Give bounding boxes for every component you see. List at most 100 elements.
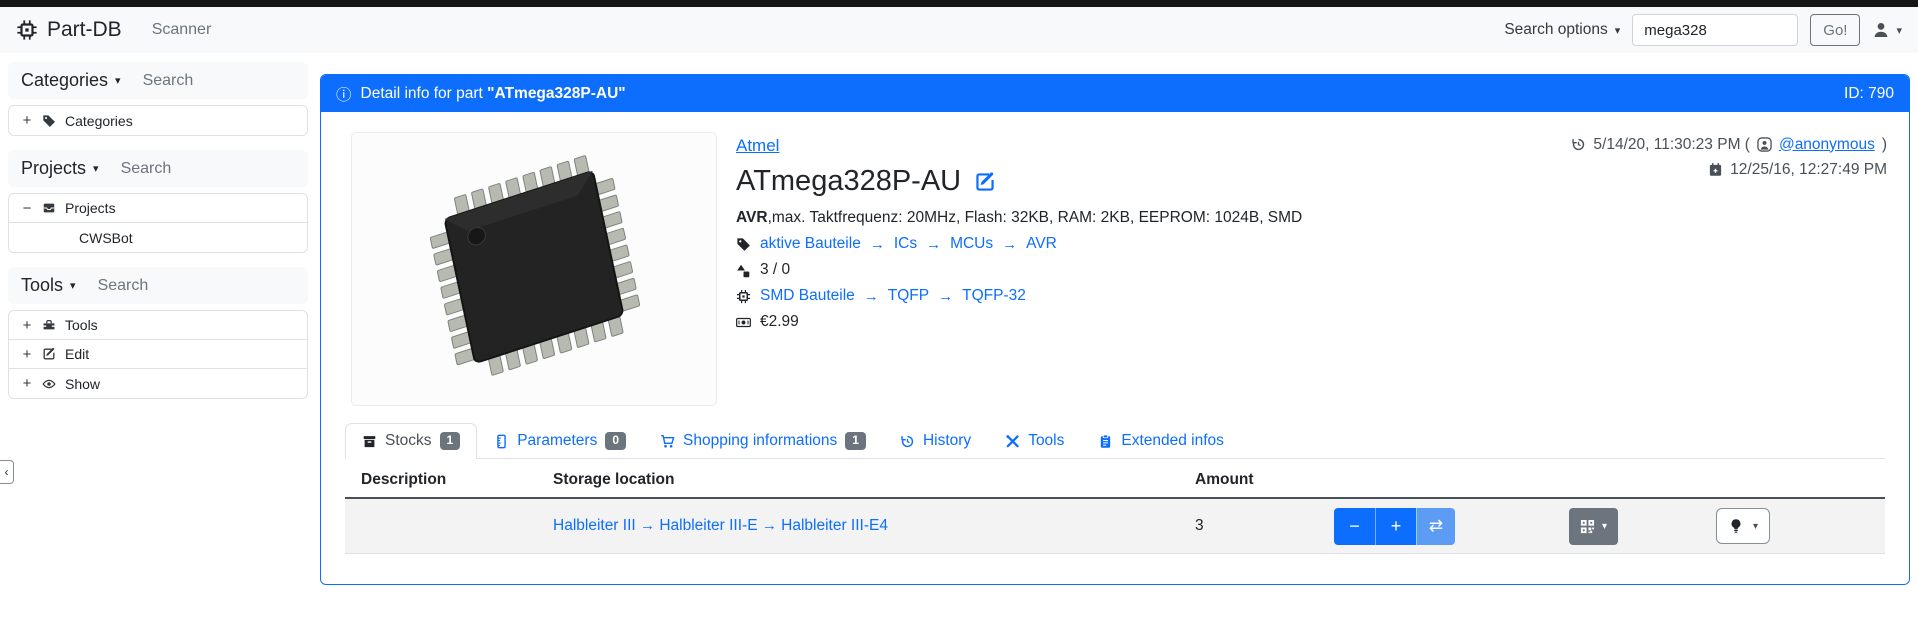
- arrow-icon: →: [870, 236, 885, 253]
- money-icon: [736, 315, 751, 330]
- tab-tools[interactable]: Tools: [988, 423, 1081, 459]
- tree-node-edit[interactable]: + Edit: [9, 340, 307, 369]
- calendar-plus-icon: [1708, 162, 1723, 177]
- arrow-icon: →: [864, 288, 879, 305]
- category-link[interactable]: ICs: [894, 235, 917, 253]
- tree-node-label: CWSBot: [79, 230, 133, 246]
- tab-history[interactable]: History: [883, 423, 988, 459]
- tree-node-label: Show: [65, 376, 100, 392]
- tree-node-projects[interactable]: − Projects: [9, 194, 307, 223]
- arrow-icon: →: [762, 517, 777, 534]
- led-locate-dropdown-button[interactable]: ▾: [1716, 508, 1770, 544]
- clipboard-icon: [1098, 434, 1113, 449]
- chip-render: [369, 145, 699, 393]
- ruler-icon: [494, 434, 509, 449]
- nav-item-scanner[interactable]: Scanner: [152, 21, 212, 39]
- tools-tree: + Tools + Edit + Show: [8, 310, 308, 399]
- sidebar-section-tools-header: Tools ▾: [8, 267, 308, 304]
- tree-node-cwsbot[interactable]: CWSBot: [9, 223, 307, 252]
- price-row: €2.99: [736, 313, 1302, 331]
- price-value: €2.99: [760, 313, 799, 331]
- expand-icon[interactable]: +: [21, 112, 33, 129]
- section-title: Projects: [21, 158, 86, 179]
- sidebar-section-projects-header: Projects ▾: [8, 150, 308, 187]
- footprint-link[interactable]: TQFP-32: [962, 287, 1026, 305]
- tab-label: History: [923, 432, 971, 450]
- header-part-name: "ATmega328P-AU": [487, 85, 625, 102]
- tab-label: Tools: [1028, 432, 1064, 450]
- category-link[interactable]: aktive Bauteile: [760, 235, 861, 253]
- tree-node-label: Tools: [65, 317, 98, 333]
- tree-node-tools[interactable]: + Tools: [9, 311, 307, 340]
- tab-shopping-informations[interactable]: Shopping informations 1: [643, 423, 883, 459]
- tools-search-input[interactable]: [98, 277, 295, 295]
- tools-dropdown-toggle[interactable]: Tools ▾: [21, 275, 76, 296]
- tab-label: Stocks: [385, 432, 432, 450]
- part-detail-card-header: ⓘ Detail info for part "ATmega328P-AU" I…: [321, 75, 1909, 112]
- storage-location-link[interactable]: Halbleiter III-E4: [781, 517, 888, 534]
- part-image[interactable]: [351, 132, 717, 406]
- part-id-label: ID: 790: [1844, 85, 1894, 103]
- chevron-left-icon: ‹: [5, 465, 9, 479]
- tab-parameters[interactable]: Parameters 0: [477, 423, 643, 459]
- category-link[interactable]: AVR: [1026, 235, 1057, 253]
- modified-suffix: ): [1882, 136, 1887, 154]
- search-options-dropdown[interactable]: Search options ▾: [1504, 21, 1620, 39]
- move-stock-button[interactable]: ⇄: [1416, 508, 1455, 545]
- brand-label: Part-DB: [47, 18, 122, 42]
- tree-node-label: Edit: [65, 346, 89, 362]
- expand-icon[interactable]: +: [21, 317, 33, 334]
- user-anonymous-link[interactable]: @anonymous: [1779, 136, 1875, 154]
- section-title: Categories: [21, 70, 108, 91]
- storage-location-link[interactable]: Halbleiter III: [553, 517, 636, 534]
- edit-part-button[interactable]: [974, 171, 996, 193]
- collapse-node-icon[interactable]: −: [21, 200, 33, 217]
- storage-location-link[interactable]: Halbleiter III-E: [659, 517, 757, 534]
- label-qr-dropdown-button[interactable]: ▾: [1569, 508, 1618, 545]
- categories-dropdown-toggle[interactable]: Categories ▾: [21, 70, 121, 91]
- search-input[interactable]: [1632, 14, 1798, 46]
- lightbulb-icon: [1728, 518, 1744, 534]
- section-title: Tools: [21, 275, 63, 296]
- storage-location-breadcrumb: Halbleiter III → Halbleiter III-E → Halb…: [537, 517, 1179, 535]
- app-brand[interactable]: Part-DB: [16, 18, 122, 42]
- expand-icon[interactable]: +: [21, 375, 33, 392]
- footprint-link[interactable]: SMD Bauteile: [760, 287, 855, 305]
- projects-tree: − Projects CWSBot: [8, 193, 308, 253]
- info-icon: ⓘ: [336, 83, 352, 105]
- go-button[interactable]: Go!: [1810, 14, 1860, 46]
- add-stock-button[interactable]: +: [1375, 508, 1416, 545]
- tab-extended-infos[interactable]: Extended infos: [1081, 423, 1241, 459]
- arrow-icon: →: [926, 236, 941, 253]
- manufacturer-link[interactable]: Atmel: [736, 136, 779, 156]
- chevron-down-icon: ▾: [1896, 24, 1902, 37]
- categories-search-input[interactable]: [143, 72, 295, 90]
- user-menu[interactable]: ▾: [1872, 21, 1902, 39]
- window-top-strip: [0, 0, 1918, 7]
- edit-icon: [974, 171, 996, 193]
- part-name-title: ATmega328P-AU: [736, 165, 961, 198]
- tag-icon: [42, 114, 56, 128]
- modified-time: 5/14/20, 11:30:23 PM (: [1593, 136, 1750, 154]
- sidebar-collapse-handle[interactable]: ‹: [0, 460, 14, 484]
- withdraw-stock-button[interactable]: −: [1334, 508, 1375, 545]
- expand-icon[interactable]: +: [21, 346, 33, 363]
- tab-badge: 1: [440, 432, 461, 449]
- sidebar-section-categories-header: Categories ▾: [8, 62, 308, 99]
- tree-node-categories[interactable]: + Categories: [9, 106, 307, 135]
- user-icon: [1872, 21, 1890, 39]
- tab-stocks[interactable]: Stocks 1: [345, 423, 477, 459]
- created-time: 12/25/16, 12:27:49 PM: [1730, 161, 1887, 179]
- inbox-icon: [42, 201, 56, 215]
- footprint-link[interactable]: TQFP: [888, 287, 929, 305]
- arrow-icon: →: [1002, 236, 1017, 253]
- cart-icon: [660, 434, 675, 449]
- tree-node-label: Categories: [65, 113, 133, 129]
- projects-search-input[interactable]: [121, 160, 295, 178]
- swap-arrows-icon: ⇄: [1429, 516, 1443, 536]
- category-link[interactable]: MCUs: [950, 235, 993, 253]
- chevron-down-icon: ▾: [1615, 24, 1621, 37]
- tree-node-show[interactable]: + Show: [9, 369, 307, 398]
- projects-dropdown-toggle[interactable]: Projects ▾: [21, 158, 99, 179]
- tab-badge: 0: [605, 432, 626, 449]
